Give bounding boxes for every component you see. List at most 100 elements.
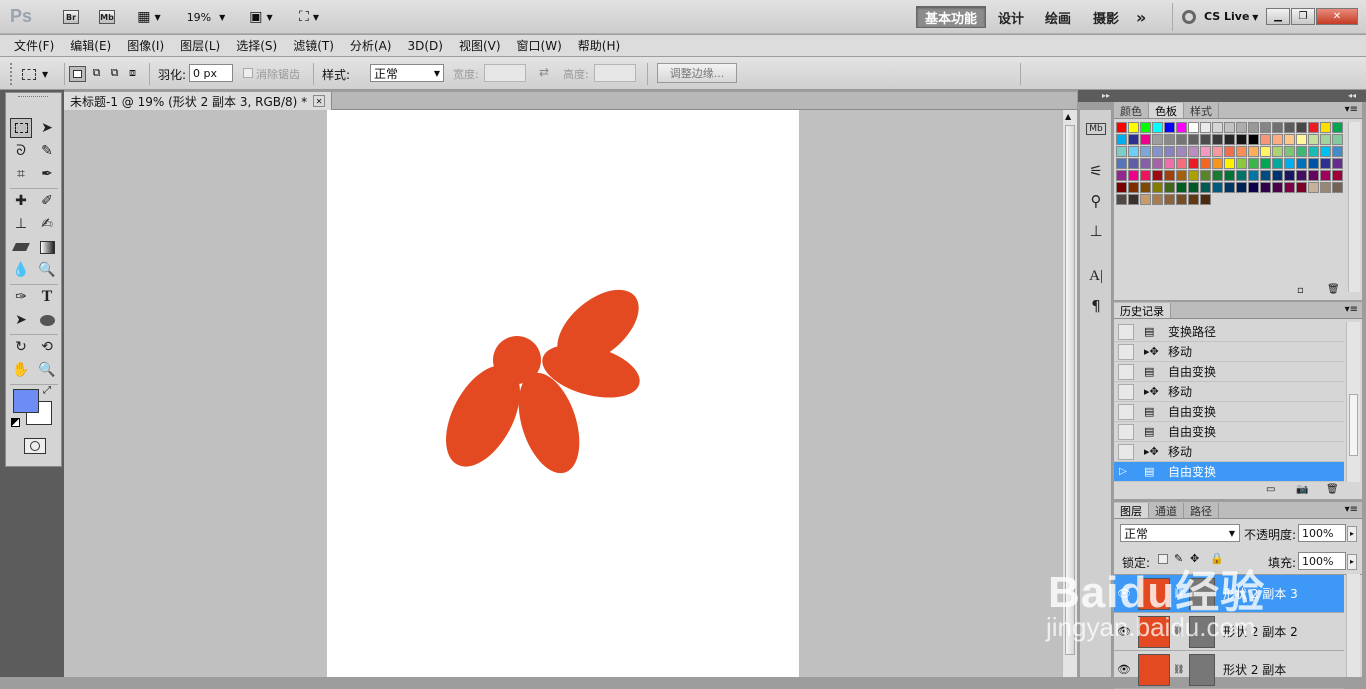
link-icon[interactable]: ⛓: [1173, 665, 1184, 675]
tab-swatches[interactable]: 色板: [1149, 103, 1184, 118]
collapse-icon[interactable]: ▸▸: [1102, 91, 1110, 100]
menu-3d[interactable]: 3D(D): [399, 39, 450, 53]
color-swatch[interactable]: [1260, 134, 1271, 145]
color-swatch[interactable]: [1308, 134, 1319, 145]
color-swatch[interactable]: [1224, 170, 1235, 181]
color-swatch[interactable]: [1116, 170, 1127, 181]
color-swatch[interactable]: [1140, 122, 1151, 133]
color-swatch[interactable]: [1248, 122, 1259, 133]
menu-image[interactable]: 图像(I): [119, 37, 172, 54]
color-swatch[interactable]: [1320, 182, 1331, 193]
view-extras-button[interactable]: ▦ ▼: [132, 7, 166, 27]
color-swatch[interactable]: [1236, 170, 1247, 181]
color-swatch[interactable]: [1284, 146, 1295, 157]
color-swatch[interactable]: [1272, 122, 1283, 133]
tab-color[interactable]: 颜色: [1114, 103, 1149, 118]
color-swatch[interactable]: [1236, 146, 1247, 157]
quick-selection-tool[interactable]: ✎: [36, 141, 58, 161]
brush-tool[interactable]: ✐: [36, 191, 58, 211]
gradient-tool[interactable]: [36, 237, 58, 257]
color-swatch[interactable]: [1248, 146, 1259, 157]
add-to-selection-button[interactable]: ⧉: [88, 66, 105, 82]
tab-styles[interactable]: 样式: [1184, 103, 1219, 118]
color-swatch[interactable]: [1272, 182, 1283, 193]
color-swatch[interactable]: [1296, 182, 1307, 193]
document-canvas[interactable]: [327, 110, 799, 677]
color-swatch[interactable]: [1140, 158, 1151, 169]
color-swatch[interactable]: [1188, 134, 1199, 145]
color-swatch[interactable]: [1200, 170, 1211, 181]
foreground-color-front[interactable]: [13, 389, 39, 413]
hand-tool[interactable]: ✋: [10, 360, 32, 380]
color-swatch[interactable]: [1116, 158, 1127, 169]
mini-bridge-button[interactable]: Mb: [96, 7, 118, 27]
color-swatch[interactable]: [1116, 194, 1127, 205]
history-item-selected[interactable]: ▷ ▤ 自由变换: [1114, 462, 1344, 482]
tool-preset-picker[interactable]: ▼: [22, 65, 58, 83]
color-swatch[interactable]: [1116, 182, 1127, 193]
history-item[interactable]: ▤ 自由变换: [1114, 362, 1344, 382]
screen-mode-button[interactable]: ⛶ ▼: [292, 7, 326, 27]
color-swatch[interactable]: [1128, 122, 1139, 133]
blend-mode-dropdown[interactable]: 正常 ▼: [1120, 524, 1240, 542]
arrange-documents-button[interactable]: ▣ ▼: [244, 7, 278, 27]
workspace-essentials[interactable]: 基本功能: [916, 6, 987, 28]
color-swatch[interactable]: [1332, 158, 1343, 169]
3d-orbit-tool[interactable]: ⟲: [36, 337, 58, 357]
color-swatch[interactable]: [1152, 122, 1163, 133]
color-swatch[interactable]: [1200, 194, 1211, 205]
color-swatch[interactable]: [1188, 182, 1199, 193]
color-swatch[interactable]: [1212, 146, 1223, 157]
color-swatch[interactable]: [1332, 182, 1343, 193]
flower-center[interactable]: [493, 336, 541, 384]
quick-mask-button[interactable]: [24, 438, 46, 454]
scroll-up-icon[interactable]: ▲: [1065, 112, 1071, 121]
color-swatch[interactable]: [1308, 158, 1319, 169]
color-swatch[interactable]: [1296, 146, 1307, 157]
menu-help[interactable]: 帮助(H): [570, 37, 628, 54]
new-document-from-state-icon[interactable]: ▭: [1266, 484, 1275, 495]
lasso-tool[interactable]: ᘐ: [10, 141, 32, 161]
color-swatch[interactable]: [1248, 158, 1259, 169]
panel-menu-icon[interactable]: ▾≡: [1345, 104, 1358, 115]
history-item[interactable]: ▤ 自由变换: [1114, 422, 1344, 442]
color-swatch[interactable]: [1200, 146, 1211, 157]
color-swatch[interactable]: [1296, 158, 1307, 169]
color-swatch[interactable]: [1164, 134, 1175, 145]
spot-healing-tool[interactable]: ✚: [10, 191, 32, 211]
close-button[interactable]: ✕: [1316, 8, 1358, 25]
color-swatch[interactable]: [1308, 122, 1319, 133]
document-tab[interactable]: 未标题-1 @ 19% (形状 2 副本 3, RGB/8) * ✕: [64, 92, 333, 110]
color-swatch[interactable]: [1140, 194, 1151, 205]
color-swatch[interactable]: [1176, 122, 1187, 133]
color-swatch[interactable]: [1116, 146, 1127, 157]
layer-row[interactable]: 👁 ⛓ 形状 2 副本: [1114, 651, 1344, 689]
color-swatch[interactable]: [1140, 134, 1151, 145]
style-dropdown[interactable]: 正常 ▼: [370, 64, 444, 82]
color-swatch[interactable]: [1176, 170, 1187, 181]
zoom-level-dropdown[interactable]: 19% ▼: [182, 7, 230, 27]
color-swatch[interactable]: [1200, 158, 1211, 169]
snapshot-icon[interactable]: 📷: [1296, 484, 1308, 495]
type-tool[interactable]: T: [36, 287, 58, 307]
color-swatch[interactable]: [1260, 122, 1271, 133]
color-swatch[interactable]: [1248, 134, 1259, 145]
move-tool[interactable]: ➤: [36, 118, 58, 138]
history-source-checkbox[interactable]: [1118, 423, 1134, 440]
color-swatch[interactable]: [1308, 170, 1319, 181]
color-swatch[interactable]: [1320, 122, 1331, 133]
color-swatch[interactable]: [1200, 122, 1211, 133]
canvas-area[interactable]: [64, 110, 1062, 677]
color-swatch[interactable]: [1224, 122, 1235, 133]
color-swatch[interactable]: [1236, 134, 1247, 145]
color-swatch[interactable]: [1284, 122, 1295, 133]
color-swatch[interactable]: [1152, 194, 1163, 205]
new-selection-button[interactable]: [69, 66, 86, 82]
mini-bridge-panel-button[interactable]: Mb: [1084, 118, 1108, 140]
color-swatch[interactable]: [1116, 134, 1127, 145]
eyedropper-tool[interactable]: ✒: [36, 164, 58, 184]
tab-layers[interactable]: 图层: [1114, 503, 1149, 518]
color-swatch[interactable]: [1116, 122, 1127, 133]
color-swatch[interactable]: [1332, 146, 1343, 157]
color-swatch[interactable]: [1284, 170, 1295, 181]
